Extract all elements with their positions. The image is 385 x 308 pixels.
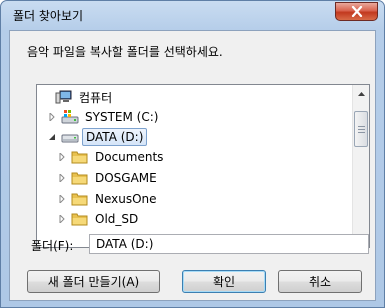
expand-arrow-icon[interactable] <box>57 173 67 183</box>
tree-item-documents[interactable]: Documents <box>57 147 166 167</box>
scroll-thumb[interactable] <box>354 111 368 147</box>
folder-icon <box>71 211 89 227</box>
expand-arrow-icon[interactable] <box>57 214 67 224</box>
cancel-button[interactable]: 취소 <box>278 270 362 293</box>
tree-item-nexusone[interactable]: NexusOne <box>57 189 160 209</box>
tree-item-computer[interactable]: 컴퓨터 <box>41 87 115 107</box>
tree-item-label: DATA (D:) <box>82 128 148 146</box>
system-drive-icon <box>61 109 79 125</box>
folder-tree[interactable]: 컴퓨터 SYSTEM (C:) DATA (D:) Documents DOSG… <box>36 84 370 248</box>
tree-item-label: Documents <box>95 150 164 164</box>
close-icon <box>351 6 362 17</box>
browse-folder-window: 폴더 찾아보기 음악 파일을 복사할 폴더를 선택하세요. 컴퓨터 SYSTEM… <box>0 0 385 308</box>
vertical-scrollbar[interactable] <box>352 85 369 247</box>
tree-item-label: Old_SD <box>95 212 139 226</box>
window-title: 폴더 찾아보기 <box>13 9 84 23</box>
scroll-up-arrow-icon <box>357 91 365 96</box>
tree-item-dosgame[interactable]: DOSGAME <box>57 168 160 188</box>
dialog-body: 음악 파일을 복사할 폴더를 선택하세요. 컴퓨터 SYSTEM (C:) DA… <box>9 30 376 301</box>
computer-icon <box>55 89 73 105</box>
tree-item-label: DOSGAME <box>95 171 157 185</box>
folder-icon <box>71 170 89 186</box>
close-button[interactable] <box>335 2 378 21</box>
ok-button[interactable]: 확인 <box>182 270 266 293</box>
expand-arrow-icon[interactable] <box>57 194 67 204</box>
folder-label: 폴더(F): <box>31 239 74 253</box>
tree-item-label: 컴퓨터 <box>79 90 113 105</box>
tree-item-system-drive[interactable]: SYSTEM (C:) <box>47 107 161 127</box>
scroll-up-button[interactable] <box>353 85 369 102</box>
folder-icon <box>71 191 89 207</box>
folder-icon <box>71 149 89 165</box>
folder-field[interactable] <box>89 234 369 254</box>
new-folder-button[interactable]: 새 폴더 만들기(A) <box>27 270 160 293</box>
expand-arrow-icon[interactable] <box>47 112 57 122</box>
drive-icon <box>61 129 79 145</box>
expand-arrow-icon[interactable] <box>57 152 67 162</box>
collapse-arrow-icon[interactable] <box>47 132 57 142</box>
tree-item-data-drive[interactable]: DATA (D:) <box>47 127 148 147</box>
tree-item-old-sd[interactable]: Old_SD <box>57 209 141 229</box>
instruction-text: 음악 파일을 복사할 폴더를 선택하세요. <box>27 45 223 59</box>
tree-item-label: SYSTEM (C:) <box>85 110 159 124</box>
tree-item-label: NexusOne <box>95 192 157 206</box>
